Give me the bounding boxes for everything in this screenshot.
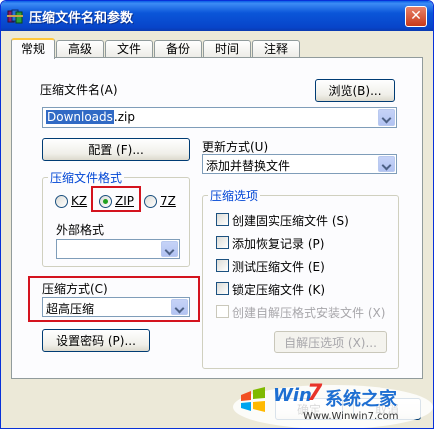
format-zip-radio[interactable] — [99, 195, 112, 208]
update-mode-label: 更新方式(U) — [202, 140, 269, 154]
tab-general[interactable]: 常规 — [11, 38, 55, 59]
close-button[interactable]: ✕ — [405, 6, 427, 27]
profiles-button[interactable]: 配置 (F)... — [42, 138, 190, 161]
tab-time[interactable]: 时间 — [203, 40, 251, 58]
close-icon: ✕ — [410, 8, 422, 24]
archive-name-combo[interactable]: Downloads.zip — [42, 107, 397, 128]
test-archive-checkbox[interactable] — [216, 259, 229, 272]
update-mode-value: 添加并替换文件 — [206, 159, 291, 173]
archive-name-selected-text: Downloads — [46, 110, 114, 124]
sfx-archive-checkbox — [216, 305, 229, 318]
recovery-record-checkbox[interactable] — [216, 236, 229, 249]
title-bar[interactable]: 压缩文件名和参数 ✕ — [1, 1, 433, 31]
external-format-label: 外部格式 — [56, 223, 105, 237]
archive-name-extension: .zip — [113, 110, 135, 124]
archive-name-value[interactable]: Downloads.zip — [46, 110, 135, 124]
watermark-url: Www.Winwin7.com — [303, 411, 399, 422]
test-archive-label[interactable]: 测试压缩文件 (E) — [232, 258, 325, 275]
compression-options-group-title: 压缩选项 — [208, 187, 261, 204]
tab-comment[interactable]: 注释 — [252, 40, 300, 58]
archive-name-label: 压缩文件名(A) — [40, 83, 118, 97]
lock-archive-checkbox[interactable] — [216, 282, 229, 295]
tab-backup[interactable]: 备份 — [154, 40, 202, 58]
watermark-overlay: Win 7 系统之家 Www.Winwin7.com — [233, 379, 433, 428]
watermark-brand-digit: 7 — [307, 381, 323, 406]
browse-button[interactable]: 浏览(B)... — [315, 79, 395, 102]
compression-method-combo[interactable]: 超高压缩 — [42, 297, 190, 317]
format-kz-label[interactable]: KZ — [71, 194, 87, 208]
compression-method-label: 压缩方式(C) — [42, 282, 108, 296]
chevron-down-icon[interactable] — [378, 109, 395, 126]
update-mode-combo[interactable]: 添加并替换文件 — [202, 154, 397, 174]
recovery-record-label[interactable]: 添加恢复记录 (P) — [232, 235, 324, 252]
set-password-button[interactable]: 设置密码 (P)... — [42, 329, 150, 352]
compression-method-value: 超高压缩 — [46, 302, 95, 316]
watermark-brand-suffix: 系统之家 — [325, 389, 397, 410]
sfx-options-button: 自解压选项 (X)... — [274, 331, 387, 353]
format-7z-label[interactable]: 7Z — [160, 194, 176, 208]
chevron-down-icon[interactable] — [161, 241, 178, 257]
general-tab-panel: 压缩文件名(A) 浏览(B)... Downloads.zip 配置 (F)..… — [11, 57, 423, 379]
winrar-app-icon — [7, 8, 23, 24]
chevron-down-icon[interactable] — [378, 156, 395, 172]
tab-advanced[interactable]: 高级 — [56, 40, 104, 58]
external-format-combo[interactable] — [56, 239, 180, 259]
lock-archive-label[interactable]: 锁定压缩文件 (K) — [232, 281, 325, 298]
window-title: 压缩文件名和参数 — [29, 11, 134, 26]
format-7z-radio[interactable] — [144, 195, 157, 208]
sfx-archive-label: 创建自解压格式安装文件 (X) — [232, 306, 386, 320]
chevron-down-icon[interactable] — [171, 299, 188, 315]
tab-files[interactable]: 文件 — [105, 40, 153, 58]
format-zip-label[interactable]: ZIP — [115, 194, 134, 208]
archive-format-group-title: 压缩文件格式 — [48, 169, 125, 186]
format-kz-radio[interactable] — [55, 195, 68, 208]
solid-archive-checkbox[interactable] — [216, 213, 229, 226]
dialog-window: 压缩文件名和参数 ✕ 常规 高级 文件 备份 时间 注释 压缩文件名(A) 浏览… — [0, 0, 434, 429]
solid-archive-label[interactable]: 创建固实压缩文件 (S) — [232, 212, 349, 229]
